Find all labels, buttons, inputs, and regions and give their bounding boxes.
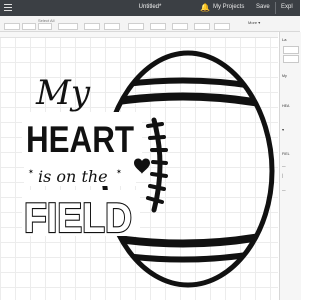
word-is-on-the: is on the: [38, 167, 108, 186]
layer-item[interactable]: —: [282, 188, 286, 192]
sparkle-right-icon: ✶: [116, 168, 122, 176]
explore-button[interactable]: Expl: [281, 4, 293, 10]
layer-item[interactable]: —: [282, 164, 286, 168]
layers-panel: La My HEA ♥ FIEL — │ —: [279, 32, 301, 300]
heart-icon: [134, 158, 150, 174]
lace-spine: [151, 117, 163, 213]
group-button[interactable]: [283, 46, 299, 54]
layers-panel-title: La: [282, 37, 287, 42]
layer-item[interactable]: HEA: [282, 104, 289, 108]
ungroup-button[interactable]: [283, 55, 299, 63]
word-my: My: [35, 73, 91, 113]
sparkle-left-icon: ✶: [28, 168, 34, 176]
layer-item[interactable]: ♥: [282, 128, 284, 132]
stripe-top-2: [104, 92, 272, 110]
football-laces: [146, 117, 168, 213]
football-design[interactable]: My HEART is on the ✶ ✶ FIELD: [0, 0, 279, 300]
layer-item[interactable]: │: [282, 174, 284, 178]
layer-item[interactable]: FIEL: [282, 152, 290, 156]
word-heart: HEART: [26, 119, 134, 160]
word-field: FIELD: [24, 194, 132, 241]
layer-item[interactable]: My: [282, 74, 287, 78]
